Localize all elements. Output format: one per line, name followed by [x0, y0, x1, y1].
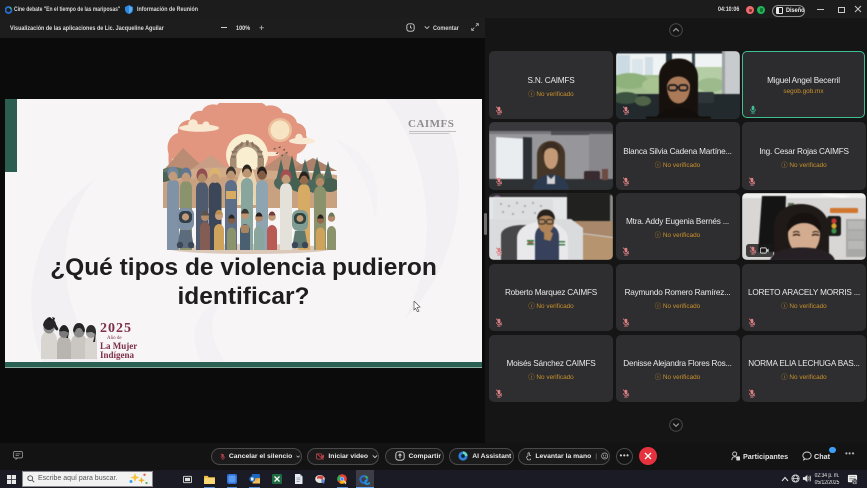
svg-text:21: 21: [853, 479, 858, 484]
